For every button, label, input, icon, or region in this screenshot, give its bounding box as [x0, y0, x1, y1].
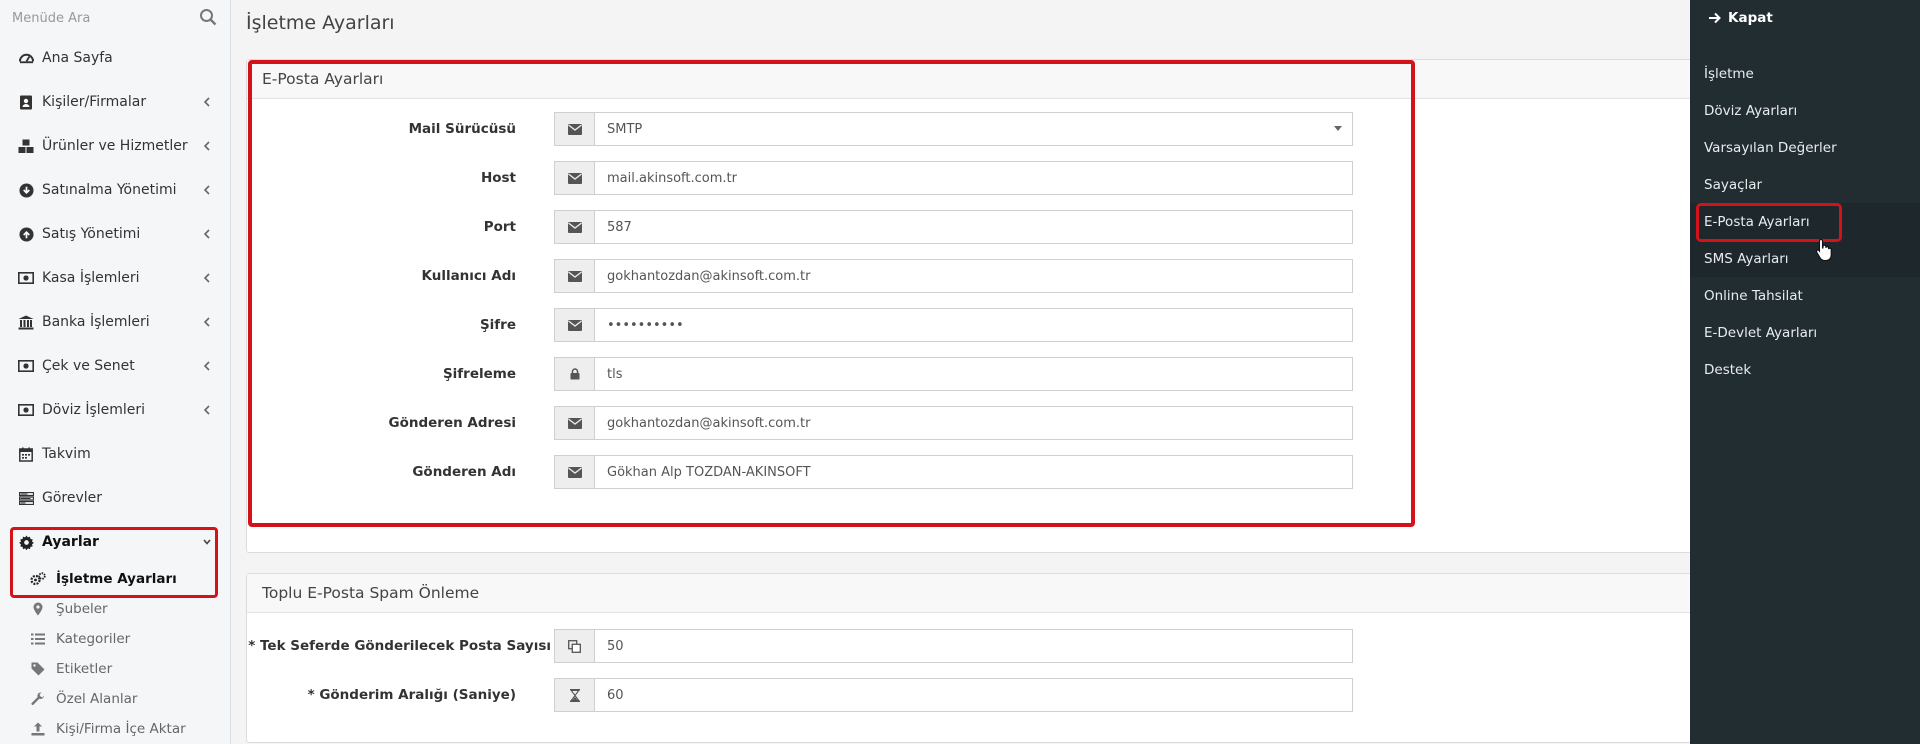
sidebar-item-label: Döviz İşlemleri: [42, 402, 146, 418]
tasks-icon: [18, 490, 34, 506]
arrow-circle-down-icon: [18, 182, 34, 198]
field-label: * Gönderim Aralığı (Saniye): [307, 687, 516, 703]
field-label: * Tek Seferde Gönderilecek Posta Sayısı: [248, 638, 551, 654]
spam-prevention-title: Toplu E-Posta Spam Önleme: [247, 574, 1705, 613]
highlight-box-email-settings: [248, 60, 1415, 527]
sidebar-item-gorevler[interactable]: Görevler: [0, 476, 230, 520]
highlight-box-ayarlar: [10, 527, 218, 598]
money-icon: [18, 358, 34, 374]
sidebar-subitem-ozel-alanlar[interactable]: Özel Alanlar: [0, 684, 230, 714]
menu-search[interactable]: Menüde Ara: [0, 0, 230, 36]
sidebar-subitem-etiketler[interactable]: Etiketler: [0, 654, 230, 684]
sidebar-subitem-label: Özel Alanlar: [56, 691, 138, 707]
sidebar-item-kisiler[interactable]: Kişiler/Firmalar: [0, 80, 230, 124]
sidebar-item-label: Ana Sayfa: [42, 50, 113, 66]
chevron-left-icon: [203, 97, 210, 107]
dashboard-icon: [18, 50, 34, 66]
bank-icon: [18, 314, 34, 330]
chevron-left-icon: [203, 141, 210, 151]
sidebar-item-banka[interactable]: Banka İşlemleri: [0, 300, 230, 344]
arrow-right-icon: [1709, 12, 1721, 24]
sidebar-subitem-subeler[interactable]: Şubeler: [0, 594, 230, 624]
highlight-box-eposta-menu: [1696, 203, 1842, 242]
settings-side-panel: Kapat İşletme Döviz Ayarları Varsayılan …: [1690, 0, 1920, 744]
send-interval-field[interactable]: 60: [554, 678, 1353, 712]
panel-item-sayaclar[interactable]: Sayaçlar: [1690, 166, 1920, 203]
cubes-icon: [18, 138, 34, 154]
panel-item-destek[interactable]: Destek: [1690, 351, 1920, 388]
address-book-icon: [18, 94, 34, 110]
close-panel-label: Kapat: [1728, 10, 1773, 26]
sidebar-item-ana-sayfa[interactable]: Ana Sayfa: [0, 36, 230, 80]
batch-count-field[interactable]: 50: [554, 629, 1353, 663]
wrench-icon: [30, 691, 46, 707]
sidebar-item-label: Kasa İşlemleri: [42, 270, 140, 286]
arrow-circle-up-icon: [18, 226, 34, 242]
copy-icon: [555, 630, 595, 662]
panel-item-edevlet-ayarlari[interactable]: E-Devlet Ayarları: [1690, 314, 1920, 351]
sidebar: Menüde Ara Ana Sayfa Kişiler/Firmalar Ür…: [0, 0, 231, 744]
panel-item-doviz-ayarlari[interactable]: Döviz Ayarları: [1690, 92, 1920, 129]
form-row-send-interval: * Gönderim Aralığı (Saniye) 60: [247, 678, 1353, 712]
tag-icon: [30, 661, 46, 677]
send-interval-input[interactable]: 60: [595, 679, 1352, 711]
chevron-left-icon: [203, 185, 210, 195]
chevron-left-icon: [203, 405, 210, 415]
money-icon: [18, 402, 34, 418]
panel-item-online-tahsilat[interactable]: Online Tahsilat: [1690, 277, 1920, 314]
menu-search-input[interactable]: Menüde Ara: [12, 11, 90, 26]
chevron-left-icon: [203, 229, 210, 239]
close-panel-button[interactable]: Kapat: [1708, 10, 1773, 26]
sidebar-item-satis[interactable]: Satış Yönetimi: [0, 212, 230, 256]
sidebar-item-label: Satınalma Yönetimi: [42, 182, 177, 198]
form-row-batch-count: * Tek Seferde Gönderilecek Posta Sayısı …: [247, 629, 1353, 663]
sidebar-item-label: Kişiler/Firmalar: [42, 94, 147, 110]
sidebar-subitem-ice-aktar[interactable]: Kişi/Firma İçe Aktar: [0, 714, 230, 744]
sidebar-subitem-kategoriler[interactable]: Kategoriler: [0, 624, 230, 654]
map-marker-icon: [30, 601, 46, 617]
money-icon: [18, 270, 34, 286]
batch-count-input[interactable]: 50: [595, 630, 1352, 662]
search-icon[interactable]: [199, 8, 217, 26]
chevron-left-icon: [203, 273, 210, 283]
list-icon: [30, 631, 46, 647]
sidebar-item-doviz[interactable]: Döviz İşlemleri: [0, 388, 230, 432]
sidebar-subitem-label: Kategoriler: [56, 631, 131, 647]
sidebar-subitem-label: Etiketler: [56, 661, 113, 677]
hourglass-icon: [555, 679, 595, 711]
panel-item-varsayilan-degerler[interactable]: Varsayılan Değerler: [1690, 129, 1920, 166]
sidebar-subitem-label: Şubeler: [56, 601, 108, 617]
spam-prevention-panel: Toplu E-Posta Spam Önleme * Tek Seferde …: [246, 573, 1706, 743]
sidebar-item-label: Banka İşlemleri: [42, 314, 150, 330]
upload-icon: [30, 721, 46, 737]
page-title: İşletme Ayarları: [246, 12, 395, 34]
panel-item-sms-ayarlari[interactable]: SMS Ayarları: [1690, 240, 1920, 277]
sidebar-item-label: Çek ve Senet: [42, 358, 135, 374]
sidebar-subitem-label: Kişi/Firma İçe Aktar: [56, 721, 186, 737]
sidebar-item-label: Satış Yönetimi: [42, 226, 141, 242]
sidebar-item-kasa[interactable]: Kasa İşlemleri: [0, 256, 230, 300]
panel-item-isletme[interactable]: İşletme: [1690, 55, 1920, 92]
sidebar-item-label: Ürünler ve Hizmetler: [42, 138, 188, 154]
chevron-left-icon: [203, 317, 210, 327]
chevron-left-icon: [203, 361, 210, 371]
hand-pointer-icon: [1816, 238, 1832, 262]
sidebar-item-label: Görevler: [42, 490, 103, 506]
sidebar-item-cek-senet[interactable]: Çek ve Senet: [0, 344, 230, 388]
sidebar-item-label: Takvim: [42, 446, 91, 462]
calendar-icon: [18, 446, 34, 462]
sidebar-item-urunler[interactable]: Ürünler ve Hizmetler: [0, 124, 230, 168]
sidebar-item-satinalma[interactable]: Satınalma Yönetimi: [0, 168, 230, 212]
sidebar-item-takvim[interactable]: Takvim: [0, 432, 230, 476]
